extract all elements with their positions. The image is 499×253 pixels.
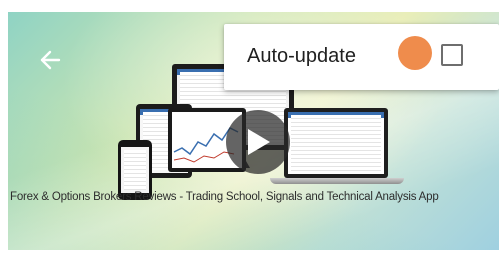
laptop-base-image — [270, 178, 404, 184]
touch-indicator — [398, 36, 432, 70]
laptop-image — [284, 108, 388, 178]
menu-item-auto-update[interactable]: Auto-update — [224, 24, 499, 90]
screen: Forex & Options Brokers Reviews - Tradin… — [0, 0, 499, 253]
back-button[interactable] — [32, 42, 68, 78]
video-caption: Forex & Options Brokers Reviews - Tradin… — [10, 191, 439, 203]
auto-update-checkbox[interactable] — [441, 44, 463, 66]
back-arrow-icon — [40, 50, 61, 70]
play-icon — [248, 129, 270, 155]
play-button[interactable] — [226, 110, 290, 174]
menu-item-label: Auto-update — [247, 45, 356, 67]
overflow-menu: Auto-update — [224, 24, 499, 90]
